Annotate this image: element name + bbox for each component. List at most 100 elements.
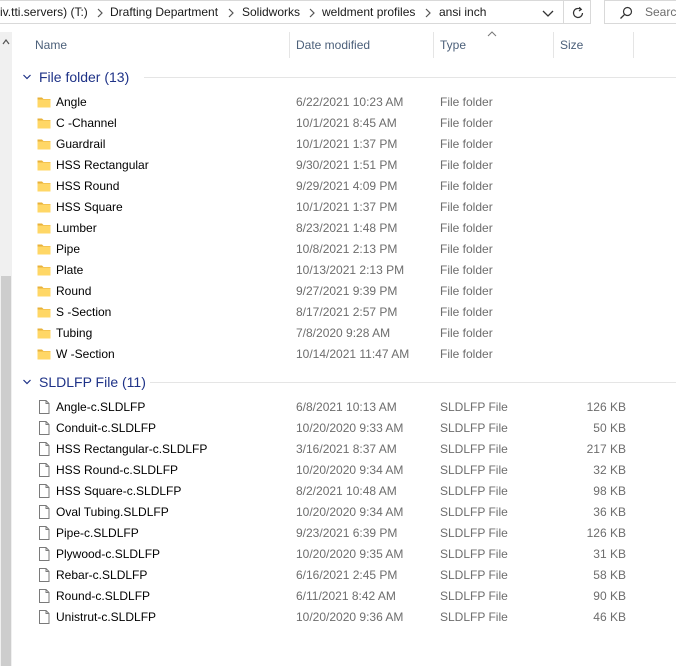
item-name: Oval Tubing.SLDLFP [56, 505, 169, 519]
group-header-sldlfp-file[interactable]: SLDLFP File (11) [22, 372, 676, 392]
chevron-right-icon [425, 8, 431, 18]
item-type: File folder [440, 305, 493, 319]
breadcrumb-ansi-inch[interactable]: ansi inch [439, 5, 486, 19]
list-item[interactable]: Angle-c.SLDLFP 6/8/2021 10:13 AM SLDLFP Fi… [36, 397, 636, 418]
item-size: 90 KB [593, 589, 626, 603]
file-icon [36, 525, 52, 541]
column-header-date-modified[interactable]: Date modified [296, 32, 430, 58]
file-icon [36, 567, 52, 583]
item-name: HSS Square-c.SLDLFP [56, 484, 182, 498]
list-item[interactable]: Lumber 8/23/2021 1:48 PM File folder [36, 218, 636, 239]
file-icon [36, 504, 52, 520]
group-title: SLDLFP File (11) [39, 374, 146, 390]
item-name: S -Section [56, 305, 112, 319]
item-type: SLDLFP File [440, 547, 508, 561]
item-date-modified: 10/20/2020 9:33 AM [296, 421, 404, 435]
chevron-down-icon[interactable] [22, 72, 32, 82]
chevron-right-icon [309, 8, 315, 18]
item-name: HSS Round-c.SLDLFP [56, 463, 179, 477]
chevron-down-icon[interactable] [540, 5, 556, 21]
column-divider[interactable] [553, 32, 554, 58]
list-item[interactable]: Pipe 10/8/2021 2:13 PM File folder [36, 239, 636, 260]
breadcrumb-drafting-department[interactable]: Drafting Department [110, 5, 218, 19]
scrollbar-thumb[interactable] [1, 276, 11, 666]
search-input[interactable]: Search [604, 0, 676, 24]
item-size: 126 KB [586, 526, 626, 540]
item-date-modified: 10/1/2021 8:45 AM [296, 116, 397, 130]
refresh-button[interactable] [563, 0, 591, 24]
group-divider [144, 77, 676, 78]
item-type: File folder [440, 284, 493, 298]
item-date-modified: 9/29/2021 4:09 PM [296, 179, 398, 193]
left-scrollbar[interactable] [0, 32, 12, 666]
breadcrumb-drive[interactable]: iv.tti.servers) (T:) [0, 5, 88, 19]
list-item[interactable]: C -Channel 10/1/2021 8:45 AM File folder [36, 113, 636, 134]
list-item[interactable]: Guardrail 10/1/2021 1:37 PM File folder [36, 134, 636, 155]
list-item[interactable]: Plywood-c.SLDLFP 10/20/2020 9:35 AM SLDLFP… [36, 544, 636, 565]
chevron-right-icon [228, 8, 234, 18]
item-date-modified: 8/23/2021 1:48 PM [296, 221, 398, 235]
list-item[interactable]: HSS Rectangular 9/30/2021 1:51 PM File fol… [36, 155, 636, 176]
address-bar[interactable]: iv.tti.servers) (T:) Drafting Department… [0, 0, 564, 24]
list-item[interactable]: Unistrut-c.SLDLFP 10/20/2020 9:36 AM SLDLF… [36, 607, 636, 628]
list-item[interactable]: S -Section 8/17/2021 2:57 PM File folder [36, 302, 636, 323]
list-item[interactable]: Conduit-c.SLDLFP 10/20/2020 9:33 AM SLDLFP… [36, 418, 636, 439]
list-item[interactable]: Round-c.SLDLFP 6/11/2021 8:42 AM SLDLFP Fi… [36, 586, 636, 607]
item-type: SLDLFP File [440, 526, 508, 540]
item-name: Pipe-c.SLDLFP [56, 526, 139, 540]
list-item[interactable]: Plate 10/13/2021 2:13 PM File folder [36, 260, 636, 281]
file-icon [36, 420, 52, 436]
list-item[interactable]: HSS Rectangular-c.SLDLFP 3/16/2021 8:37 A… [36, 439, 636, 460]
column-header-size[interactable]: Size [560, 32, 630, 58]
column-divider[interactable] [633, 32, 634, 58]
list-item[interactable]: HSS Round 9/29/2021 4:09 PM File folder [36, 176, 636, 197]
list-item[interactable]: Pipe-c.SLDLFP 9/23/2021 6:39 PM SLDLFP Fil… [36, 523, 636, 544]
list-item[interactable]: HSS Square 10/1/2021 1:37 PM File folder [36, 197, 636, 218]
item-name: Round [56, 284, 92, 298]
item-date-modified: 8/17/2021 2:57 PM [296, 305, 398, 319]
folder-icon [36, 283, 52, 299]
list-item[interactable]: Oval Tubing.SLDLFP 10/20/2020 9:34 AM SLDL… [36, 502, 636, 523]
list-item[interactable]: Angle 6/22/2021 10:23 AM File folder [36, 92, 636, 113]
chevron-down-icon[interactable] [22, 377, 32, 387]
list-item[interactable]: W -Section 10/14/2021 11:47 AM File folder [36, 344, 636, 365]
item-date-modified: 10/14/2021 11:47 AM [296, 347, 410, 361]
item-type: SLDLFP File [440, 463, 508, 477]
item-size: 126 KB [586, 400, 626, 414]
scroll-up-icon[interactable] [0, 36, 12, 48]
column-divider[interactable] [433, 32, 434, 58]
item-name: Conduit-c.SLDLFP [56, 421, 157, 435]
breadcrumb-weldment-profiles[interactable]: weldment profiles [322, 5, 415, 19]
item-date-modified: 10/1/2021 1:37 PM [296, 137, 398, 151]
item-size: 58 KB [593, 568, 626, 582]
item-name: Lumber [56, 221, 97, 235]
folder-icon [36, 157, 52, 173]
item-type: File folder [440, 200, 493, 214]
item-type: SLDLFP File [440, 400, 508, 414]
item-type: SLDLFP File [440, 589, 508, 603]
folder-icon [36, 136, 52, 152]
file-icon [36, 609, 52, 625]
item-date-modified: 3/16/2021 8:37 AM [296, 442, 397, 456]
breadcrumb-solidworks[interactable]: Solidworks [242, 5, 300, 19]
item-name: C -Channel [56, 116, 117, 130]
item-size: 46 KB [593, 610, 626, 624]
list-item[interactable]: Rebar-c.SLDLFP 6/16/2021 2:45 PM SLDLFP Fi… [36, 565, 636, 586]
list-item[interactable]: HSS Square-c.SLDLFP 8/2/2021 10:48 AM SLDL… [36, 481, 636, 502]
column-divider[interactable] [289, 32, 290, 58]
item-type: File folder [440, 95, 493, 109]
folder-icon [36, 220, 52, 236]
item-date-modified: 10/20/2020 9:34 AM [296, 463, 404, 477]
item-size: 36 KB [593, 505, 626, 519]
list-item[interactable]: HSS Round-c.SLDLFP 10/20/2020 9:34 AM SLDL… [36, 460, 636, 481]
folder-icon [36, 94, 52, 110]
refresh-icon [572, 6, 584, 19]
group-header-file-folder[interactable]: File folder (13) [22, 67, 676, 87]
item-name: Guardrail [56, 137, 106, 151]
item-date-modified: 10/13/2021 2:13 PM [296, 263, 405, 277]
list-item[interactable]: Tubing 7/8/2020 9:28 AM File folder [36, 323, 636, 344]
search-placeholder: Search [645, 5, 676, 19]
group-divider [150, 382, 676, 383]
list-item[interactable]: Round 9/27/2021 9:39 PM File folder [36, 281, 636, 302]
column-header-name[interactable]: Name [35, 32, 285, 58]
